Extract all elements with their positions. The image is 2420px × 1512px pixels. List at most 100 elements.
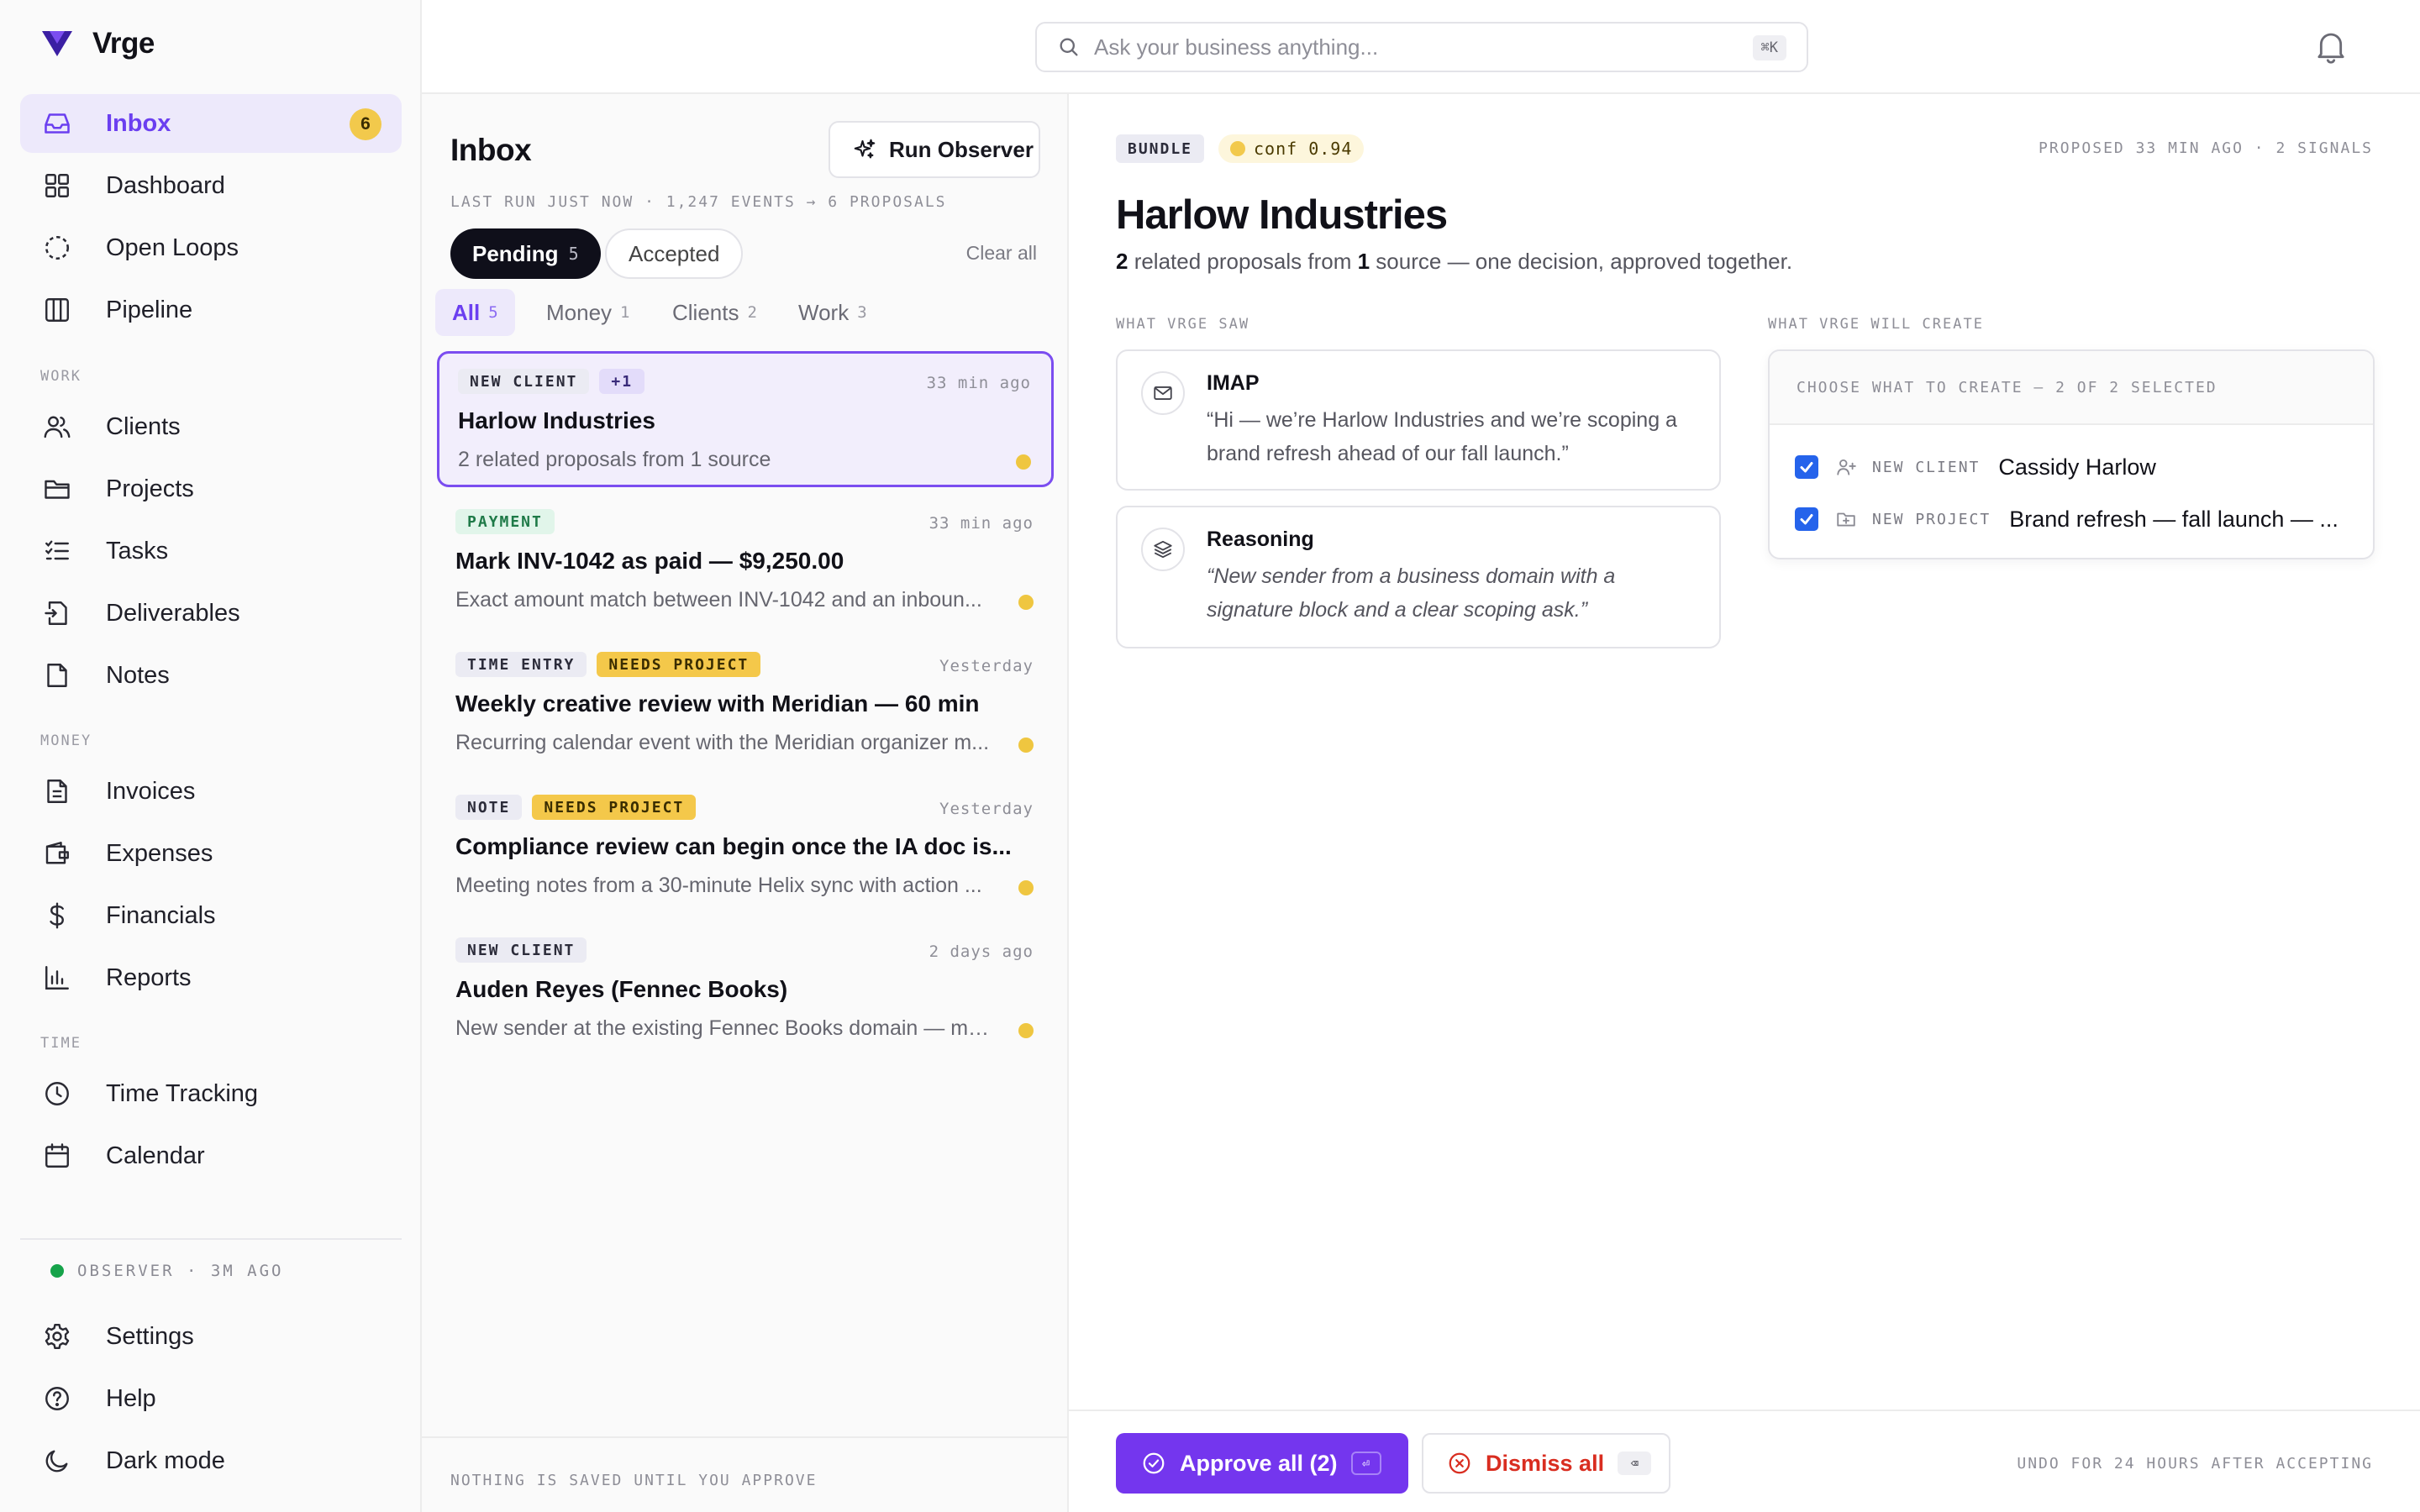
filter-tab-work[interactable]: Work 3 (781, 289, 884, 336)
sidebar-item-open-loops[interactable]: Open Loops (20, 218, 402, 277)
last-run-status: LAST RUN JUST NOW · 1,247 EVENTS → 6 PRO… (450, 193, 947, 211)
sidebar-item-reports[interactable]: Reports (20, 948, 402, 1007)
item-subtitle: Meeting notes from a 30-minute Helix syn… (455, 874, 982, 897)
sidebar: Vrge Inbox 6 Dashboard Open Loops Pipeli… (0, 0, 422, 1512)
filter-label: Clients (672, 299, 739, 325)
moon-icon (40, 1444, 74, 1478)
run-observer-button[interactable]: Run Observer (829, 121, 1040, 178)
inbox-item[interactable]: NEW CLIENT 2 days ago Auden Reyes (Fenne… (437, 922, 1054, 1058)
create-item-client[interactable]: NEW CLIENT Cassidy Harlow (1795, 450, 2156, 484)
sidebar-item-label: Reports (106, 963, 192, 991)
sidebar-item-time-tracking[interactable]: Time Tracking (20, 1064, 402, 1123)
inbox-item[interactable]: TIME ENTRY NEEDS PROJECT Yesterday Weekl… (437, 637, 1054, 773)
segment-pending-count: 5 (568, 244, 579, 264)
sidebar-item-clients[interactable]: Clients (20, 397, 402, 456)
item-title: Mark INV-1042 as paid — $9,250.00 (455, 548, 844, 574)
filter-tab-all[interactable]: All 5 (435, 289, 515, 336)
checkbox-checked[interactable] (1795, 507, 1818, 531)
what-vrge-saw-label: WHAT VRGE SAW (1116, 316, 1250, 333)
clear-all-button[interactable]: Clear all (966, 242, 1037, 265)
item-subtitle: Recurring calendar event with the Meridi… (455, 731, 990, 754)
inbox-item[interactable]: PAYMENT 33 min ago Mark INV-1042 as paid… (437, 494, 1054, 630)
inbox-footer: NOTHING IS SAVED UNTIL YOU APPROVE (422, 1436, 1067, 1512)
search-input[interactable] (1094, 34, 1733, 60)
sidebar-item-expenses[interactable]: Expenses (20, 824, 402, 883)
sidebar-item-projects[interactable]: Projects (20, 459, 402, 518)
sidebar-item-invoices[interactable]: Invoices (20, 762, 402, 821)
sidebar-item-label: Calendar (106, 1142, 205, 1169)
proposal-detail-panel: BUNDLE conf 0.94 PROPOSED 33 MIN AGO · 2… (1069, 94, 2420, 1512)
sidebar-item-label: Financials (106, 901, 216, 929)
tag-needs-project: NEEDS PROJECT (597, 652, 761, 677)
app-name: Vrge (92, 27, 155, 60)
pending-dot-icon (1018, 1023, 1034, 1038)
dollar-icon (40, 899, 74, 932)
signal-heading: IMAP (1207, 371, 1260, 395)
inbox-item[interactable]: NOTE NEEDS PROJECT Yesterday Compliance … (437, 780, 1054, 916)
filter-tab-clients[interactable]: Clients 2 (655, 289, 774, 336)
filter-count: 3 (857, 303, 867, 322)
brand[interactable]: Vrge (42, 25, 155, 62)
sidebar-item-financials[interactable]: Financials (20, 886, 402, 945)
sidebar-item-label: Settings (106, 1322, 194, 1350)
pending-dot-icon (1018, 595, 1034, 610)
sidebar-item-label: Dashboard (106, 171, 225, 199)
sidebar-item-label: Time Tracking (106, 1079, 259, 1107)
item-subtitle: Exact amount match between INV-1042 and … (455, 588, 982, 612)
sidebar-item-dashboard[interactable]: Dashboard (20, 156, 402, 215)
dismiss-shortcut-badge: ⌫ (1618, 1452, 1652, 1475)
item-subtitle: 2 related proposals from 1 source (458, 448, 771, 471)
tag-time-entry: TIME ENTRY (455, 652, 587, 677)
sidebar-item-calendar[interactable]: Calendar (20, 1126, 402, 1185)
inbox-count-badge: 6 (350, 108, 381, 140)
item-title: Harlow Industries (458, 407, 655, 433)
segment-pending[interactable]: Pending 5 (450, 228, 601, 279)
sidebar-item-deliverables[interactable]: Deliverables (20, 584, 402, 643)
inbox-icon (40, 107, 74, 140)
notifications-bell-icon[interactable] (2314, 29, 2348, 66)
proposal-count: 2 (1116, 249, 1128, 274)
inbox-footer-note: NOTHING IS SAVED UNTIL YOU APPROVE (450, 1472, 818, 1489)
segment-accepted[interactable]: Accepted (605, 228, 744, 279)
filter-label: Work (798, 299, 850, 325)
tag-new-client: NEW CLIENT (455, 937, 587, 963)
item-subtitle: New sender at the existing Fennec Books … (455, 1016, 993, 1040)
vrge-logo-icon (42, 31, 72, 56)
invoice-icon (40, 774, 74, 808)
approve-all-button[interactable]: Approve all (2) ⏎ (1116, 1433, 1408, 1494)
signal-body: “Hi — we’re Harlow Industries and we’re … (1207, 408, 1677, 465)
inbox-item[interactable]: NEW CLIENT +1 33 min ago Harlow Industri… (437, 351, 1054, 487)
filter-count: 5 (488, 303, 498, 322)
filter-count: 2 (747, 303, 757, 322)
observer-status-text: OBSERVER · 3M AGO (77, 1262, 284, 1280)
filter-tab-money[interactable]: Money 1 (529, 289, 647, 336)
sidebar-item-dark-mode[interactable]: Dark mode (20, 1431, 402, 1490)
users-icon (40, 410, 74, 444)
top-bar: ⌘K (422, 0, 2420, 94)
sidebar-item-notes[interactable]: Notes (20, 646, 402, 705)
item-title: Compliance review can begin once the IA … (455, 833, 1012, 859)
deliverables-icon (40, 596, 74, 630)
sidebar-divider (20, 1238, 402, 1240)
checkbox-checked[interactable] (1795, 455, 1818, 479)
sparkle-icon (854, 139, 876, 159)
sidebar-item-help[interactable]: Help (20, 1369, 402, 1428)
clock-icon (40, 1077, 74, 1110)
observer-status: OBSERVER · 3M AGO (50, 1262, 283, 1280)
approve-all-label: Approve all (2) (1180, 1450, 1338, 1476)
signal-card-imap: IMAP “Hi — we’re Harlow Industries and w… (1116, 349, 1721, 491)
sidebar-item-pipeline[interactable]: Pipeline (20, 281, 402, 339)
subtitle-text: source — one decision, approved together… (1370, 249, 1793, 274)
dismiss-all-button[interactable]: Dismiss all ⌫ (1422, 1433, 1670, 1494)
sidebar-item-settings[interactable]: Settings (20, 1307, 402, 1366)
tag-note: NOTE (455, 795, 523, 820)
sidebar-item-tasks[interactable]: Tasks (20, 522, 402, 580)
sidebar-item-label: Notes (106, 661, 170, 689)
undo-note: UNDO FOR 24 HOURS AFTER ACCEPTING (2017, 1455, 2373, 1473)
search-box[interactable]: ⌘K (1035, 22, 1808, 72)
tag-needs-project: NEEDS PROJECT (532, 795, 697, 820)
sidebar-item-inbox[interactable]: Inbox 6 (20, 94, 402, 153)
create-item-project[interactable]: NEW PROJECT Brand refresh — fall launch … (1795, 502, 2338, 536)
confidence-dot-icon (1230, 141, 1245, 156)
segment-pending-label: Pending (472, 240, 559, 266)
